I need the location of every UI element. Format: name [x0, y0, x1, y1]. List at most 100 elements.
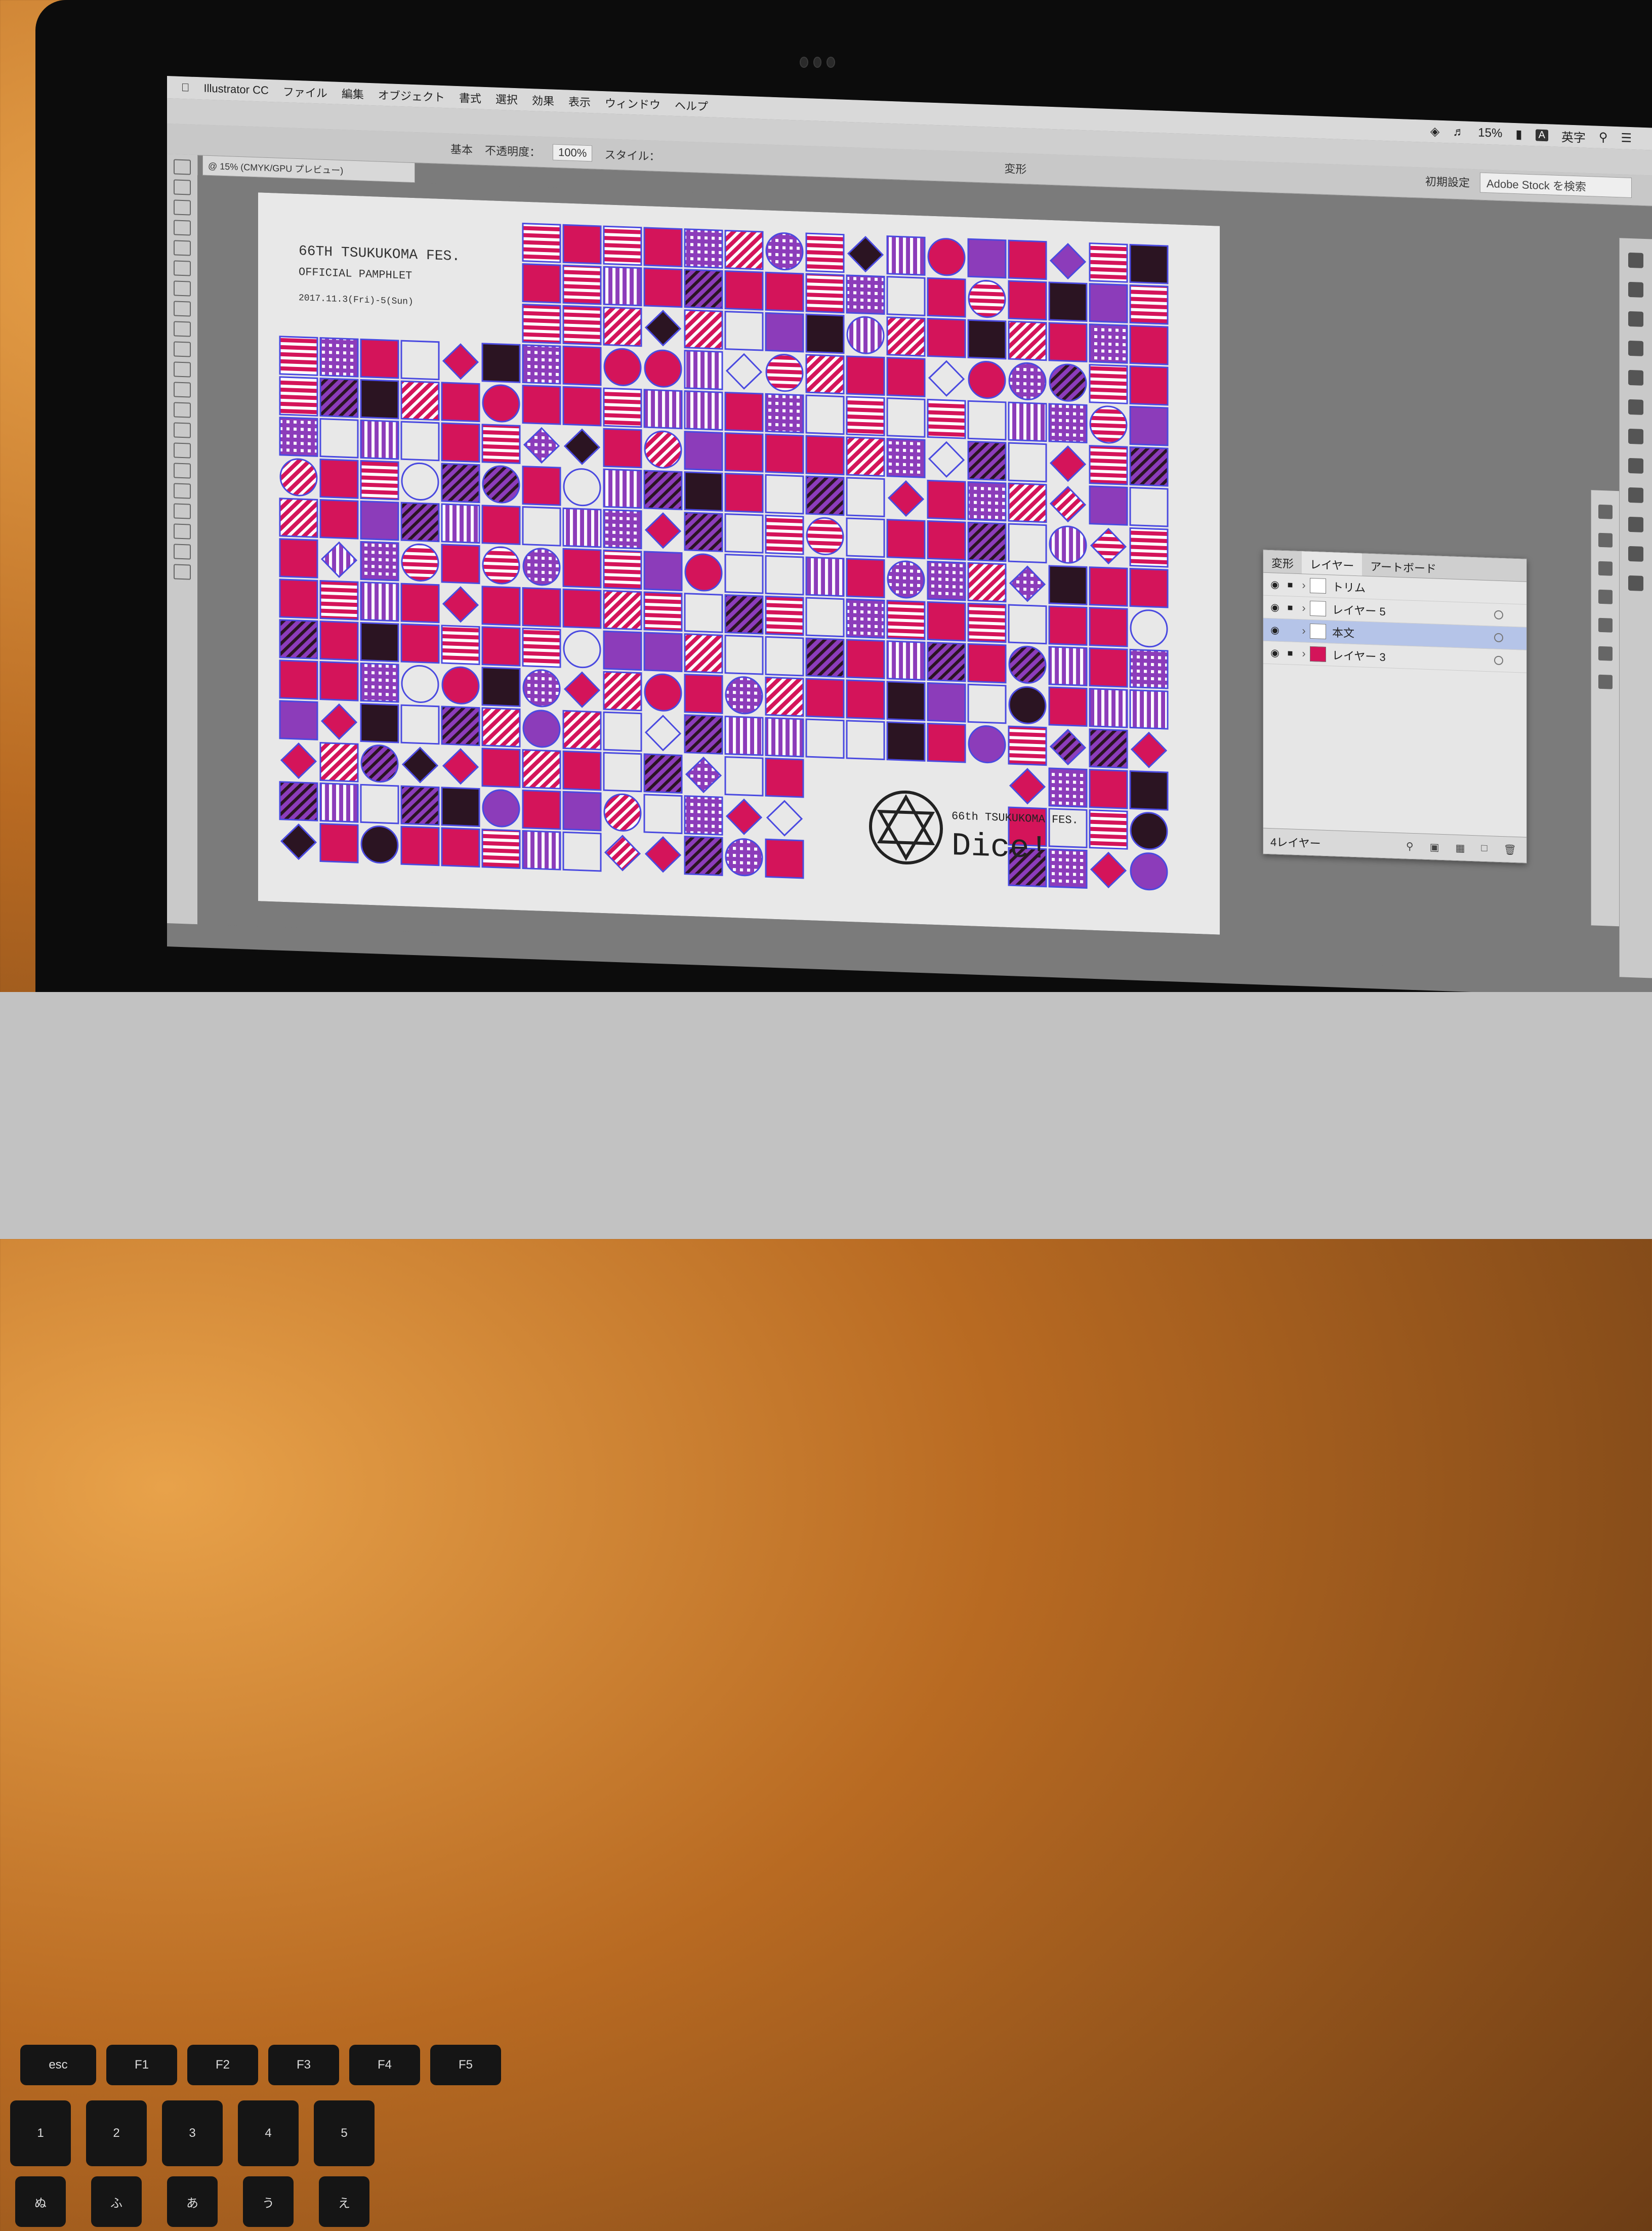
pattern-tile[interactable] — [603, 428, 642, 469]
paragraph-panel-icon[interactable] — [1598, 589, 1613, 604]
pattern-tile[interactable] — [562, 588, 602, 629]
tab-artboards[interactable]: アートボード — [1362, 553, 1444, 579]
pattern-tile[interactable] — [603, 590, 642, 631]
pattern-tile[interactable] — [967, 683, 1007, 724]
pattern-tile[interactable] — [1089, 607, 1128, 647]
zoom-tool-icon[interactable] — [174, 564, 191, 580]
pattern-tile[interactable] — [1130, 609, 1168, 648]
pattern-tile[interactable] — [886, 681, 926, 721]
pattern-tile[interactable] — [1049, 525, 1087, 564]
pattern-tile[interactable] — [886, 397, 926, 438]
pattern-tile[interactable] — [1008, 645, 1047, 684]
pattern-tile[interactable] — [927, 641, 966, 682]
pattern-tile[interactable] — [522, 789, 561, 830]
pattern-tile[interactable] — [724, 756, 764, 797]
pattern-tile[interactable] — [1048, 322, 1088, 363]
pattern-tile[interactable] — [1008, 686, 1047, 724]
pattern-tile[interactable] — [482, 465, 520, 504]
pattern-tile[interactable] — [562, 386, 602, 427]
type-tool-icon[interactable] — [174, 220, 191, 236]
pattern-tile[interactable] — [603, 509, 642, 550]
pattern-tile[interactable] — [967, 440, 1007, 481]
spotlight-icon[interactable]: ⚲ — [1599, 130, 1608, 145]
pattern-tile[interactable] — [927, 722, 966, 763]
pattern-tile[interactable] — [724, 270, 764, 311]
pattern-tile[interactable] — [279, 659, 318, 700]
width-tool-icon[interactable] — [174, 382, 191, 398]
eraser-tool-icon[interactable] — [174, 321, 191, 337]
pattern-tile[interactable] — [684, 674, 723, 714]
pattern-tile[interactable] — [279, 458, 318, 497]
pattern-tile[interactable] — [684, 836, 723, 876]
pattern-tile[interactable] — [1129, 284, 1169, 325]
apple-menu-icon[interactable]:  — [181, 81, 190, 95]
pattern-tile[interactable] — [279, 417, 318, 457]
pattern-tile[interactable] — [886, 721, 926, 762]
pattern-tile[interactable] — [643, 794, 683, 835]
pattern-tile[interactable] — [603, 348, 642, 386]
pattern-tile[interactable] — [765, 474, 804, 515]
pattern-tile[interactable] — [927, 277, 966, 318]
pattern-tile[interactable] — [1008, 362, 1047, 400]
pattern-tile[interactable] — [1048, 281, 1088, 322]
pattern-tile[interactable] — [400, 583, 440, 624]
pattern-tile[interactable] — [805, 313, 845, 354]
menu-file[interactable]: ファイル — [283, 83, 327, 101]
menu-type[interactable]: 書式 — [459, 89, 481, 106]
pattern-tile[interactable] — [441, 625, 480, 666]
pattern-tile[interactable] — [481, 667, 521, 707]
graphic-styles-panel-icon[interactable] — [1628, 516, 1643, 532]
pencil-tool-icon[interactable] — [174, 301, 191, 317]
pattern-tile[interactable] — [279, 376, 318, 417]
pattern-tile[interactable] — [522, 465, 561, 506]
pattern-tile[interactable] — [1129, 243, 1169, 284]
pattern-tile[interactable] — [644, 349, 682, 388]
pattern-tile[interactable] — [765, 636, 804, 677]
pattern-tile[interactable] — [603, 630, 642, 671]
pattern-tile[interactable] — [1089, 809, 1128, 850]
pattern-tile[interactable] — [684, 553, 723, 592]
pattern-tile[interactable] — [1008, 482, 1047, 523]
gradient-panel-icon[interactable] — [1628, 428, 1643, 444]
pattern-tile[interactable] — [441, 544, 480, 585]
pattern-tile[interactable] — [927, 601, 966, 642]
pattern-tile[interactable] — [765, 312, 804, 353]
pattern-tile[interactable] — [967, 602, 1007, 643]
chevron-right-icon[interactable]: › — [1298, 601, 1310, 615]
pattern-tile[interactable] — [400, 421, 440, 462]
pattern-tile[interactable] — [1089, 566, 1128, 607]
pattern-tile[interactable] — [319, 782, 359, 823]
chevron-right-icon[interactable]: › — [1298, 579, 1310, 592]
pattern-tile[interactable] — [805, 232, 845, 273]
pattern-tile[interactable] — [765, 555, 804, 596]
transparency-panel-icon[interactable] — [1628, 458, 1643, 474]
pattern-tile[interactable] — [1089, 688, 1128, 728]
pattern-tile[interactable] — [886, 357, 926, 397]
pattern-tile[interactable] — [846, 396, 885, 437]
pattern-tile[interactable] — [562, 548, 602, 589]
target-circle-icon[interactable] — [1494, 633, 1503, 643]
pattern-tile[interactable] — [481, 586, 521, 626]
pattern-tile[interactable] — [319, 378, 359, 418]
pattern-tile[interactable] — [481, 748, 521, 788]
pattern-tile[interactable] — [482, 789, 520, 828]
pattern-tile[interactable] — [441, 666, 480, 705]
pattern-tile[interactable] — [765, 271, 804, 312]
workspace-switcher[interactable]: 初期設定 — [1425, 173, 1470, 190]
eyedropper-tool-icon[interactable] — [174, 442, 191, 459]
line-tool-icon[interactable] — [174, 240, 191, 256]
pattern-tile[interactable] — [927, 560, 966, 601]
pattern-tile[interactable] — [643, 551, 683, 592]
chevron-right-icon[interactable]: › — [1298, 624, 1310, 638]
pattern-tile[interactable] — [603, 306, 642, 347]
pathfinder-panel-icon[interactable] — [1598, 532, 1613, 548]
pattern-tile[interactable] — [846, 558, 885, 599]
pattern-tile[interactable] — [846, 517, 885, 558]
pattern-tile[interactable] — [1129, 648, 1169, 689]
pattern-tile[interactable] — [400, 623, 440, 664]
brush-tool-icon[interactable] — [174, 280, 191, 297]
pattern-tile[interactable] — [765, 595, 804, 636]
pattern-tile[interactable] — [765, 717, 804, 758]
pattern-tile[interactable] — [319, 499, 359, 540]
pattern-tile[interactable] — [806, 517, 844, 555]
